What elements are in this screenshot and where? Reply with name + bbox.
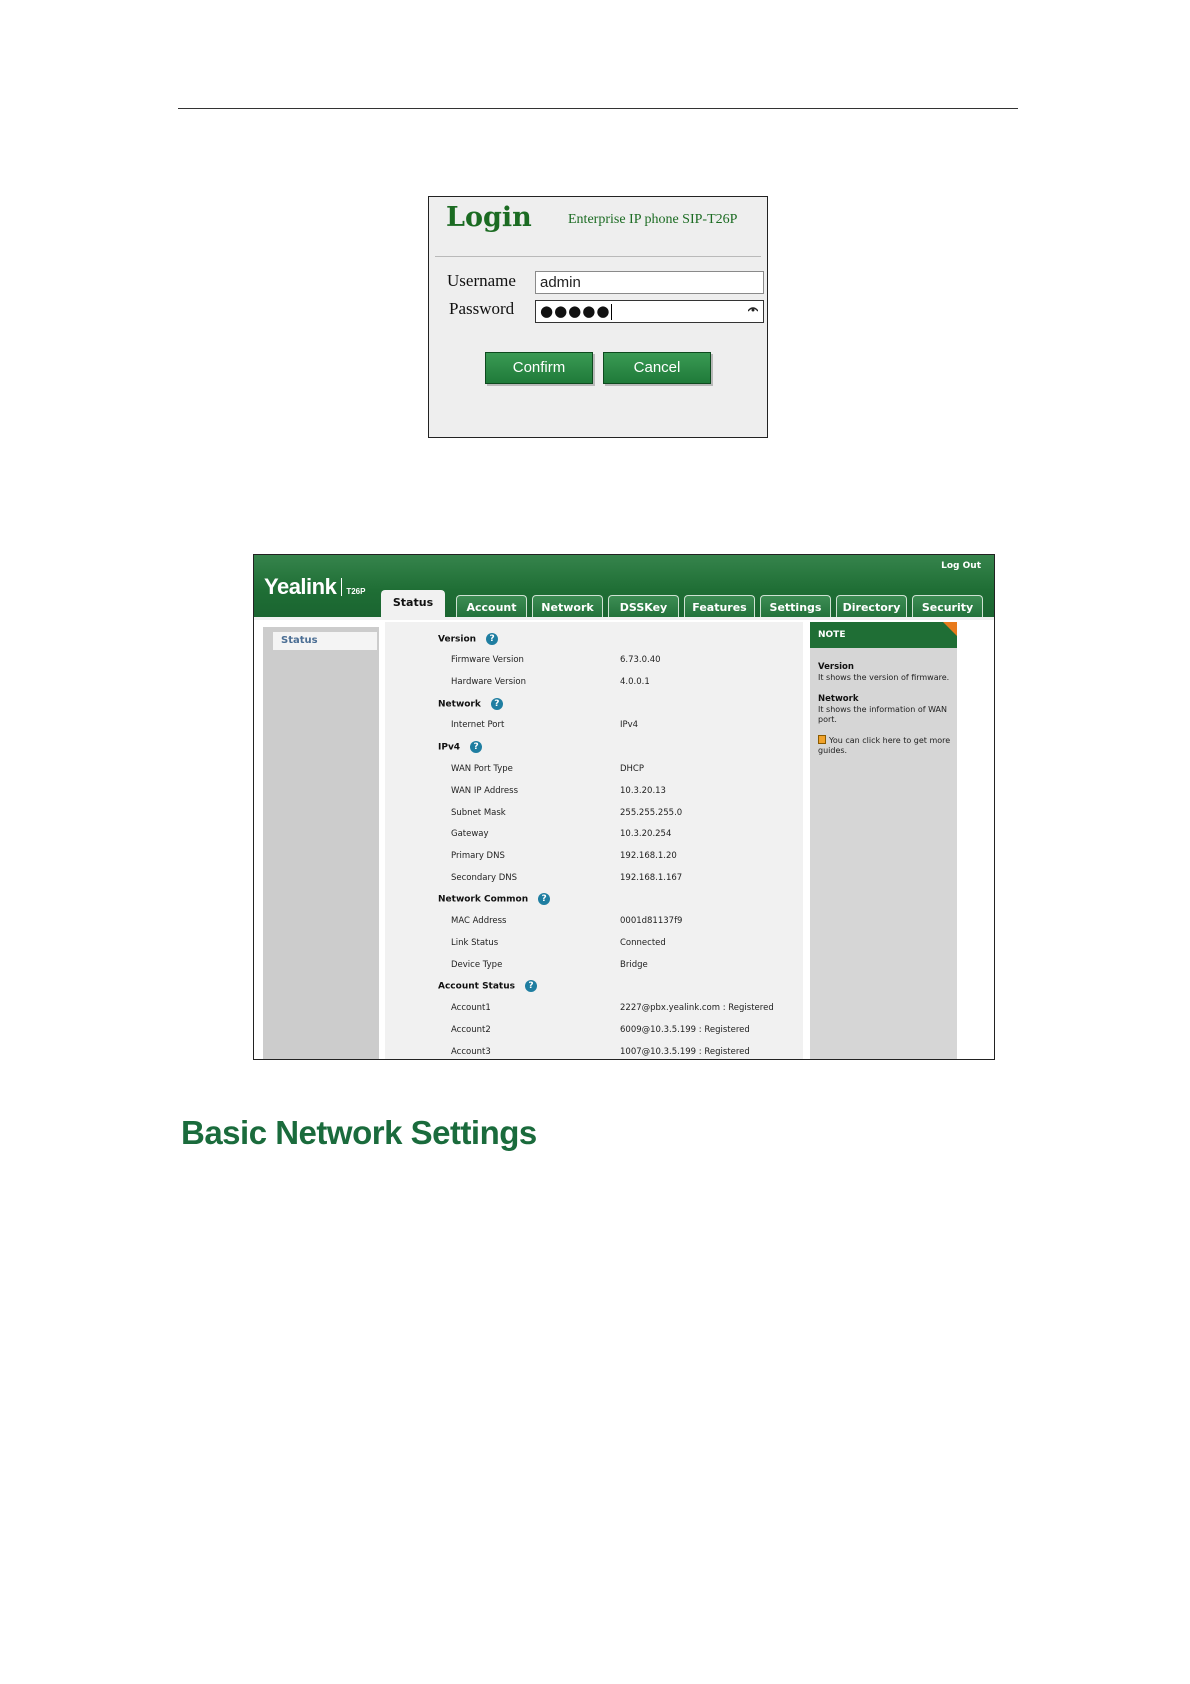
note-corner-icon [943,622,957,636]
tab-status[interactable]: Status [381,590,445,620]
web-header: Yealink T26P Log Out Status Account Netwo… [254,555,994,620]
tab-settings[interactable]: Settings [760,595,831,619]
sidebar-item-status[interactable]: Status [273,632,377,650]
row-label: Link Status [451,938,499,948]
row-value: 192.168.1.20 [620,851,677,861]
sidebar: Status [263,627,379,1059]
guide-link[interactable]: You can click here to get more guides. [818,735,952,756]
section-account-status: Account Status? [438,980,537,992]
row-label: Hardware Version [451,677,526,687]
row-value: 10.3.20.254 [620,829,672,839]
status-content: Version? Firmware Version 6.73.0.40 Hard… [385,622,803,1059]
header-divider [254,617,994,620]
row-label: Device Type [451,960,503,970]
section-version: Version? [438,633,499,645]
note-text: It shows the information of WAN port. [818,705,947,724]
web-ui-window: Yealink T26P Log Out Status Account Netwo… [253,554,995,1060]
section-heading: Basic Network Settings [181,1114,537,1151]
eye-icon[interactable] [748,306,758,312]
password-label: Password [449,299,515,318]
tab-security[interactable]: Security [912,595,983,619]
row-label: WAN Port Type [451,764,513,774]
row-label: WAN IP Address [451,786,518,796]
help-icon[interactable]: ? [525,980,537,992]
tab-account[interactable]: Account [456,595,527,619]
tab-network[interactable]: Network [532,595,603,619]
bulb-icon [818,735,826,744]
password-mask: ●●●●● [540,302,613,320]
note-text: It shows the version of firmware. [818,673,950,682]
row-label: Account3 [451,1047,491,1057]
tab-dsskey[interactable]: DSSKey [608,595,679,619]
row-label: Secondary DNS [451,873,518,883]
help-icon[interactable]: ? [538,893,551,905]
row-value: 192.168.1.167 [620,873,683,883]
section-ipv4: IPv4? [438,741,483,753]
row-label: Gateway [451,829,489,839]
row-value: 4.0.0.1 [620,677,650,687]
row-label: Account1 [451,1003,491,1013]
confirm-button[interactable]: Confirm [485,352,593,384]
row-label: MAC Address [451,916,507,926]
note-title: Network [818,694,859,704]
row-label: Firmware Version [451,655,524,665]
row-value: Connected [620,938,666,948]
login-subtitle: Enterprise IP phone SIP-T26P [568,212,738,227]
cancel-button[interactable]: Cancel [603,352,711,384]
help-icon[interactable]: ? [470,741,483,753]
tab-directory[interactable]: Directory [836,595,907,619]
password-input[interactable]: ●●●●● [535,300,764,323]
login-title: Login [446,202,532,233]
yealink-logo: Yealink T26P [264,574,366,599]
login-dialog: Login Enterprise IP phone SIP-T26P Usern… [428,196,768,438]
row-value: 0001d81137f9 [620,916,683,926]
section-network-common: Network Common? [438,893,551,905]
row-value: 2227@pbx.yealink.com : Registered [620,1003,774,1013]
username-label: Username [447,271,516,290]
row-label: Primary DNS [451,851,505,861]
section-network: Network? [438,698,503,710]
row-value: 6.73.0.40 [620,655,661,665]
row-value: IPv4 [620,720,639,730]
row-value: DHCP [620,764,644,774]
row-value: 255.255.255.0 [620,808,683,818]
logout-link[interactable]: Log Out [941,561,981,571]
login-divider [435,256,761,257]
row-label: Internet Port [451,720,505,730]
note-panel: NOTE Version It shows the version of fir… [810,622,957,1059]
help-icon[interactable]: ? [490,698,503,710]
row-value: 1007@10.3.5.199 : Registered [620,1047,750,1057]
note-title: Version [818,662,854,672]
username-input[interactable] [535,271,764,294]
row-value: 10.3.20.13 [620,786,666,796]
row-value: Bridge [620,960,648,970]
note-header: NOTE [810,622,957,648]
tab-features[interactable]: Features [684,595,755,619]
row-label: Subnet Mask [451,808,506,818]
help-icon[interactable]: ? [486,633,499,645]
page-header-rule [178,108,1018,109]
row-label: Account2 [451,1025,491,1035]
row-value: 6009@10.3.5.199 : Registered [620,1025,750,1035]
